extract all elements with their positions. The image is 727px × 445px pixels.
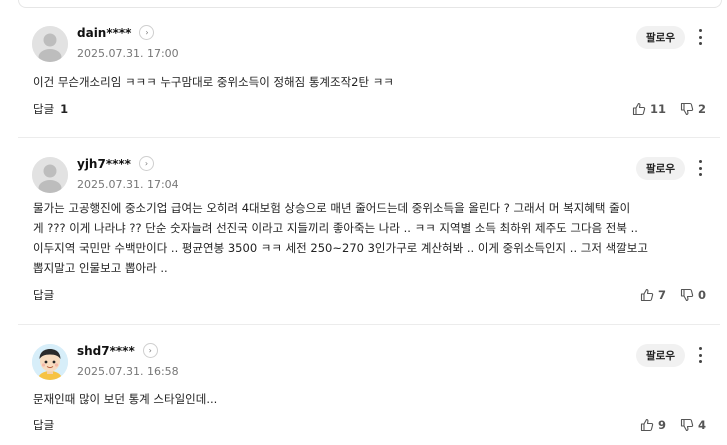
chevron-right-icon[interactable]: › [139,25,155,40]
author-row: dain**** › [77,25,155,40]
reply-button[interactable]: 답글 [33,417,54,433]
username[interactable]: yjh7**** [77,157,131,171]
like-count: 11 [649,102,666,116]
thumbs-down-icon [680,418,694,432]
follow-button[interactable]: 팔로우 [636,157,685,180]
author-row: yjh7**** › [77,156,154,171]
comment-text: 문재인때 많이 보던 통계 스타일인데... [33,392,218,406]
avatar[interactable] [32,157,68,193]
follow-button[interactable]: 팔로우 [636,26,685,49]
dislike-button[interactable]: 4 [680,418,706,432]
timestamp: 2025.07.31. 17:04 [77,178,179,191]
comment-item: shd7**** › 2025.07.31. 16:58 팔로우 문재인때 많이… [18,325,720,445]
more-options-icon[interactable] [696,158,704,178]
thumbs-down-icon [680,102,694,116]
vote-group: 9 4 [640,418,706,432]
username[interactable]: dain**** [77,26,131,40]
thumbs-down-icon [680,288,694,302]
reply-button[interactable]: 답글 1 [33,101,68,117]
thumbs-up-icon [640,418,654,432]
vote-group: 7 0 [640,288,706,302]
default-avatar-icon [32,26,68,62]
like-button[interactable]: 11 [632,102,666,116]
more-options-icon[interactable] [696,27,704,47]
username[interactable]: shd7**** [77,344,135,358]
avatar[interactable] [32,344,68,380]
like-button[interactable]: 9 [640,418,666,432]
cartoon-boy-avatar-icon [32,344,68,380]
comment-text: 물가는 고공행진에 중소기업 급여는 오히려 4대보험 상승으로 매년 줄어드는… [33,201,648,275]
avatar[interactable] [32,26,68,62]
timestamp: 2025.07.31. 16:58 [77,365,179,378]
like-count: 9 [657,418,666,432]
dislike-count: 0 [697,288,706,302]
comment-item: yjh7**** › 2025.07.31. 17:04 팔로우 물가는 고공행… [18,138,720,325]
reply-label: 답글 [33,418,55,432]
dislike-button[interactable]: 2 [680,102,706,116]
reply-label: 답글 [33,102,55,116]
author-row: shd7**** › [77,343,158,358]
chevron-right-icon[interactable]: › [138,156,154,171]
reply-label: 답글 [33,288,55,302]
comment-item: dain**** › 2025.07.31. 17:00 팔로우 이건 무슨개소… [18,7,720,138]
reply-button[interactable]: 답글 [33,287,54,303]
like-count: 7 [657,288,666,302]
comment-footer: 답글 1 11 2 [33,101,706,117]
comment-footer: 답글 9 4 [33,417,706,433]
timestamp: 2025.07.31. 17:00 [77,47,179,60]
comment-footer: 답글 7 0 [33,287,706,303]
dislike-count: 4 [697,418,706,432]
default-avatar-icon [32,157,68,193]
thumbs-up-icon [632,102,646,116]
follow-button[interactable]: 팔로우 [636,344,685,367]
dislike-count: 2 [697,102,706,116]
thumbs-up-icon [640,288,654,302]
like-button[interactable]: 7 [640,288,666,302]
comment-list: dain**** › 2025.07.31. 17:00 팔로우 이건 무슨개소… [18,7,720,445]
dislike-button[interactable]: 0 [680,288,706,302]
more-options-icon[interactable] [696,345,704,365]
reply-count: 1 [60,102,69,116]
chevron-right-icon[interactable]: › [142,343,158,358]
comment-text: 이건 무슨개소리임 ㅋㅋㅋ 누구맘대로 중위소득이 정해짐 통계조작2탄 ㅋㅋ [33,75,394,89]
vote-group: 11 2 [632,102,706,116]
